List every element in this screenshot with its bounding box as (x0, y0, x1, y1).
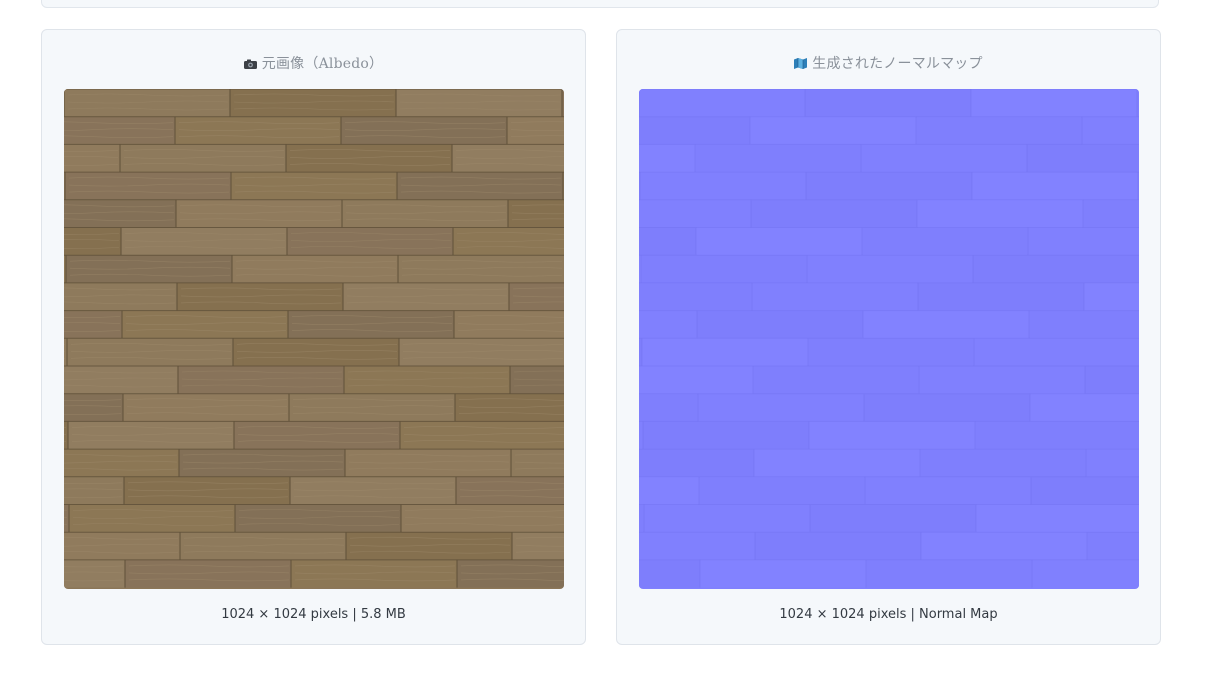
albedo-caption: 1024 × 1024 pixels | 5.8 MB (221, 607, 406, 622)
normal-map-caption: 1024 × 1024 pixels | Normal Map (779, 607, 998, 622)
normal-map-title-text: 生成されたノーマルマップ (812, 56, 983, 72)
normal-map-image (639, 89, 1139, 589)
previous-section-card (41, 0, 1159, 8)
normal-map-panel-title: 生成されたノーマルマップ (617, 53, 1160, 73)
camera-icon (243, 57, 257, 73)
albedo-panel: 元画像（Albedo） 1024 × 1024 pixels | 5.8 MB (41, 29, 586, 645)
normal-map-panel: 生成されたノーマルマップ 1024 × 1024 pixels | Normal… (616, 29, 1161, 645)
map-icon (794, 57, 808, 73)
albedo-image (64, 89, 564, 589)
albedo-title-text: 元画像（Albedo） (261, 56, 384, 72)
albedo-panel-title: 元画像（Albedo） (42, 53, 585, 73)
